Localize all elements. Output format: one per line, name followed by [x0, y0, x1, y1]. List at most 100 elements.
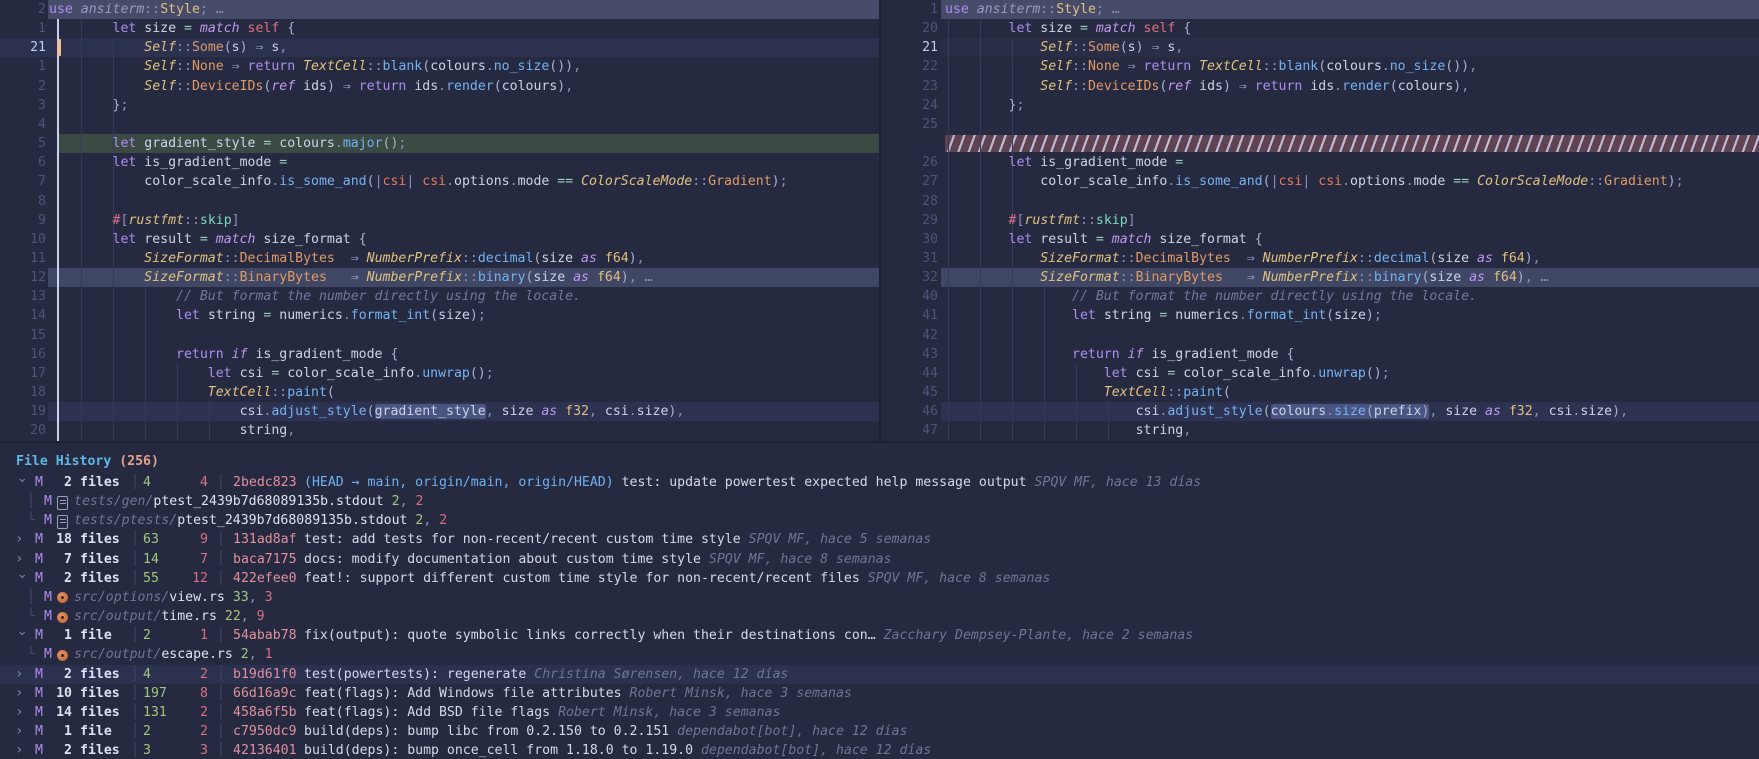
chevron-down-icon[interactable]: ›: [12, 572, 31, 584]
code-line[interactable]: 41 let string = numerics.format_int(size…: [881, 306, 1759, 325]
indent-spaces: [49, 385, 208, 400]
code-line[interactable]: 10 let result = match size_format {: [0, 230, 879, 249]
code-line[interactable]: 19 csi.adjust_style(gradient_style, size…: [0, 402, 879, 421]
code-line[interactable]: 20 string,: [0, 421, 879, 440]
code-line[interactable]: 24 };: [881, 96, 1759, 115]
syntax-token: ::: [1080, 213, 1096, 228]
code-line[interactable]: 21 Self::Some(s) ⇒ s,: [0, 38, 879, 57]
syntax-token: ,: [637, 251, 645, 266]
syntax-token: let: [1104, 366, 1136, 381]
code-line[interactable]: 45 TextCell::paint(: [881, 383, 1759, 402]
code-line[interactable]: 1 let size = match self {: [0, 19, 879, 38]
commit-subject: feat(flags): Add BSD file flags: [304, 705, 550, 720]
line-number: 41: [881, 306, 938, 325]
file-history-label: File History: [16, 454, 119, 469]
commit-row[interactable]: ›M2files│42│b19d61f0test(powertests): re…: [0, 665, 1759, 684]
commit-file-row[interactable]: └Msrc/output/escape.rs 2, 1: [0, 645, 1759, 664]
code-line[interactable]: [881, 134, 1759, 153]
code-line[interactable]: 29 #[rustfmt::skip]: [881, 211, 1759, 230]
syntax-token: unwrap: [1318, 366, 1366, 381]
code-line[interactable]: 16 return if is_gradient_mode {: [0, 345, 879, 364]
code-line[interactable]: 5 let gradient_style = colours.major();: [0, 134, 879, 153]
code-line[interactable]: 25: [881, 115, 1759, 134]
chevron-right-icon[interactable]: ›: [15, 703, 27, 722]
chevron-right-icon[interactable]: ›: [15, 722, 27, 741]
code-line[interactable]: 40 // But format the number directly usi…: [881, 287, 1759, 306]
commit-row[interactable]: ›M1file│21│54abab78fix(output): quote sy…: [0, 626, 1759, 645]
code-line[interactable]: 46 csi.adjust_style(colours.size(prefix)…: [881, 402, 1759, 421]
chevron-right-icon[interactable]: ›: [15, 530, 27, 549]
syntax-token: None: [1088, 59, 1128, 74]
syntax-token: ,: [1533, 251, 1541, 266]
commit-file-row[interactable]: │Mtests/gen/ptest_2439b7d68089135b.stdou…: [0, 492, 1759, 511]
commit-row[interactable]: ›M1file│22│c7950dc9build(deps): bump lib…: [0, 722, 1759, 741]
code-line[interactable]: 11 SizeFormat::DecimalBytes ⇒ NumberPref…: [0, 249, 879, 268]
code-line[interactable]: 21 Self::Some(s) ⇒ s,: [881, 38, 1759, 57]
line-number: 11: [0, 249, 46, 268]
code-line[interactable]: 43 return if is_gradient_mode {: [881, 345, 1759, 364]
commit-row[interactable]: ›M2files│33│42136401build(deps): bump on…: [0, 741, 1759, 759]
syntax-token: ⇒: [232, 59, 248, 74]
code-line[interactable]: 47 string,: [881, 421, 1759, 440]
additions-count: 2: [241, 647, 249, 662]
chevron-right-icon[interactable]: ›: [15, 665, 27, 684]
chevron-down-icon[interactable]: ›: [12, 629, 31, 641]
code-line[interactable]: 30 let result = match size_format {: [881, 230, 1759, 249]
syntax-token: ⇒: [1239, 79, 1255, 94]
syntax-token: Self: [144, 59, 176, 74]
chevron-right-icon[interactable]: ›: [15, 684, 27, 703]
syntax-token: ::: [224, 270, 240, 285]
code-line[interactable]: 17 let csi = color_scale_info.unwrap();: [0, 364, 879, 383]
syntax-token: (: [430, 308, 438, 323]
commit-subject: build(deps): bump libc from 0.2.150 to 0…: [304, 724, 669, 739]
code-line[interactable]: 44 let csi = color_scale_info.unwrap();: [881, 364, 1759, 383]
code-line[interactable]: 1 Self::None ⇒ return TextCell::blank(co…: [0, 57, 879, 76]
code-line[interactable]: 1use ansiterm::Style; …: [881, 0, 1759, 19]
syntax-token: ::: [144, 2, 160, 17]
diff-pane-left[interactable]: 2use ansiterm::Style; …1 let size = matc…: [0, 0, 879, 441]
commit-row[interactable]: ›M2files│44│2bedc823(HEAD → main, origin…: [0, 473, 1759, 492]
commit-row[interactable]: ›M18files│639│131ad8aftest: add tests fo…: [0, 530, 1759, 549]
commit-row[interactable]: ›M7files│147│baca7175docs: modify docume…: [0, 550, 1759, 569]
code-line[interactable]: 4: [0, 115, 879, 134]
code-text: let string = numerics.format_int(size);: [49, 306, 486, 325]
code-line[interactable]: 3 };: [0, 96, 879, 115]
commit-file-row[interactable]: └Msrc/output/time.rs 22, 9: [0, 607, 1759, 626]
code-line[interactable]: 8: [0, 192, 879, 211]
syntax-token: ::: [462, 270, 478, 285]
code-text: // But format the number directly using …: [49, 287, 581, 306]
code-line[interactable]: 42: [881, 326, 1759, 345]
code-line[interactable]: 7 color_scale_info.is_some_and(|csi| csi…: [0, 172, 879, 191]
commit-file-row[interactable]: │Msrc/options/view.rs 33, 3: [0, 588, 1759, 607]
code-line[interactable]: 28: [881, 192, 1759, 211]
code-line[interactable]: 14 let string = numerics.format_int(size…: [0, 306, 879, 325]
code-line[interactable]: 15: [0, 326, 879, 345]
code-line[interactable]: 20 let size = match self {: [881, 19, 1759, 38]
syntax-token: ): [1223, 79, 1239, 94]
commit-row[interactable]: ›M2files│5512│422efee0feat!: support dif…: [0, 569, 1759, 588]
commit-row[interactable]: ›M14files│1312│458a6f5bfeat(flags): Add …: [0, 703, 1759, 722]
commit-row[interactable]: ›M10files│1978│66d16a9cfeat(flags): Add …: [0, 684, 1759, 703]
commit-file-row[interactable]: └Mtests/ptests/ptest_2439b7d68089135b.st…: [0, 511, 1759, 530]
code-line[interactable]: 26 let is_gradient_mode =: [881, 153, 1759, 172]
code-line[interactable]: 12 SizeFormat::BinaryBytes ⇒ NumberPrefi…: [0, 268, 879, 287]
commit-subject: build(deps): bump once_cell from 1.18.0 …: [304, 743, 693, 758]
code-line[interactable]: 9 #[rustfmt::skip]: [0, 211, 879, 230]
code-line[interactable]: 18 TextCell::paint(: [0, 383, 879, 402]
chevron-right-icon[interactable]: ›: [15, 741, 27, 759]
code-text: string,: [945, 421, 1191, 440]
syntax-token: ansiterm: [81, 2, 145, 17]
chevron-right-icon[interactable]: ›: [15, 550, 27, 569]
diff-pane-right[interactable]: 1use ansiterm::Style; …20 let size = mat…: [881, 0, 1759, 441]
code-line[interactable]: 22 Self::None ⇒ return TextCell::blank(c…: [881, 57, 1759, 76]
code-line[interactable]: 6 let is_gradient_mode =: [0, 153, 879, 172]
code-line[interactable]: 13 // But format the number directly usi…: [0, 287, 879, 306]
code-line[interactable]: 23 Self::DeviceIDs(ref ids) ⇒ return ids…: [881, 77, 1759, 96]
code-line[interactable]: 2use ansiterm::Style; …: [0, 0, 879, 19]
indent-spaces: [945, 79, 1040, 94]
code-line[interactable]: 2 Self::DeviceIDs(ref ids) ⇒ return ids.…: [0, 77, 879, 96]
chevron-down-icon[interactable]: ›: [12, 476, 31, 488]
code-line[interactable]: 32 SizeFormat::BinaryBytes ⇒ NumberPrefi…: [881, 268, 1759, 287]
code-line[interactable]: 27 color_scale_info.is_some_and(|csi| cs…: [881, 172, 1759, 191]
code-line[interactable]: 31 SizeFormat::DecimalBytes ⇒ NumberPref…: [881, 249, 1759, 268]
